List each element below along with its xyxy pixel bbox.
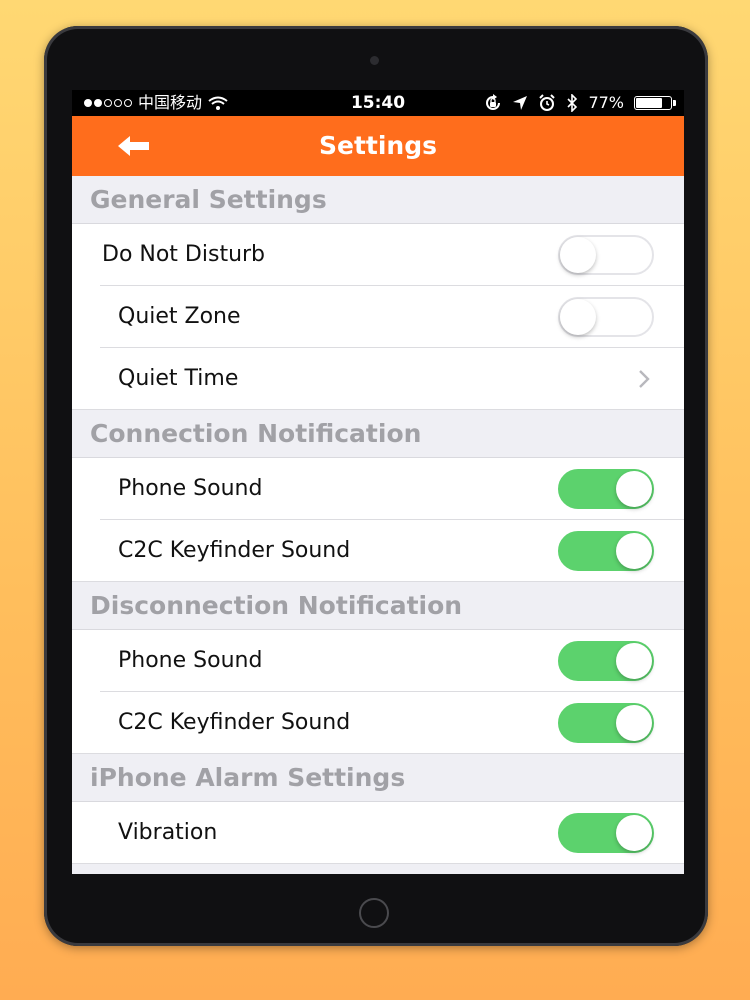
settings-row-label: Phone Sound [118,476,263,501]
settings-row-quiet-time[interactable]: Quiet Time [72,348,684,410]
settings-row-quiet-zone: Quiet Zone [72,286,684,348]
c2c-keyfinder-sound-toggle[interactable] [558,703,654,743]
settings-row-label: Vibration [118,820,218,845]
settings-row-phone-sound: Phone Sound [72,458,684,520]
section-header-connection-notification: Connection Notification [72,410,684,458]
settings-row-label: Phone Sound [118,648,263,673]
quiet-zone-toggle[interactable] [558,297,654,337]
toggle-knob [616,643,652,679]
toggle-knob [616,471,652,507]
status-bar: 中国移动 15:40 77% [72,90,684,116]
battery-tip [673,100,676,106]
phone-sound-toggle[interactable] [558,641,654,681]
settings-row-do-not-disturb: Do Not Disturb [72,224,684,286]
bluetooth-icon [567,94,578,112]
settings-row-label: C2C Keyfinder Sound [118,538,351,563]
status-right: 77% [484,90,676,116]
c2c-keyfinder-sound-toggle[interactable] [558,531,654,571]
battery-icon [634,96,676,110]
settings-row-label: C2C Keyfinder Sound [118,710,351,735]
app-screen: 中国移动 15:40 77% Settings General Settings… [72,90,684,874]
navigation-bar: Settings [72,116,684,176]
page-title: Settings [318,131,437,160]
settings-row-label: Do Not Disturb [102,242,266,267]
home-button[interactable] [359,898,389,928]
location-arrow-icon [513,96,528,110]
toggle-knob [616,533,652,569]
chevron-right-icon [639,370,650,388]
settings-row-phone-sound: Phone Sound [72,630,684,692]
rotation-lock-icon [486,94,501,110]
toggle-knob [560,299,596,335]
settings-row-label: Quiet Zone [118,304,241,329]
battery-level [636,98,663,108]
do-not-disturb-toggle[interactable] [558,235,654,275]
settings-list: General Settings Do Not Disturb Quiet Zone… [72,176,684,864]
alarm-clock-icon [539,94,556,111]
settings-row-label: Quiet Time [118,366,239,391]
section-header-iphone-alarm-settings: iPhone Alarm Settings [72,754,684,802]
settings-row-c2c-keyfinder-sound: C2C Keyfinder Sound [72,692,684,754]
settings-row-c2c-keyfinder-sound: C2C Keyfinder Sound [72,520,684,582]
tablet-frame: 中国移动 15:40 77% Settings General Settings… [44,26,708,946]
front-camera [370,56,379,65]
toggle-knob [560,237,596,273]
section-header-general-settings: General Settings [72,176,684,224]
settings-row-vibration: Vibration [72,802,684,864]
section-header-disconnection-notification: Disconnection Notification [72,582,684,630]
toggle-knob [616,705,652,741]
toggle-knob [616,815,652,851]
phone-sound-toggle[interactable] [558,469,654,509]
vibration-toggle[interactable] [558,813,654,853]
battery-percentage: 77% [588,93,624,112]
